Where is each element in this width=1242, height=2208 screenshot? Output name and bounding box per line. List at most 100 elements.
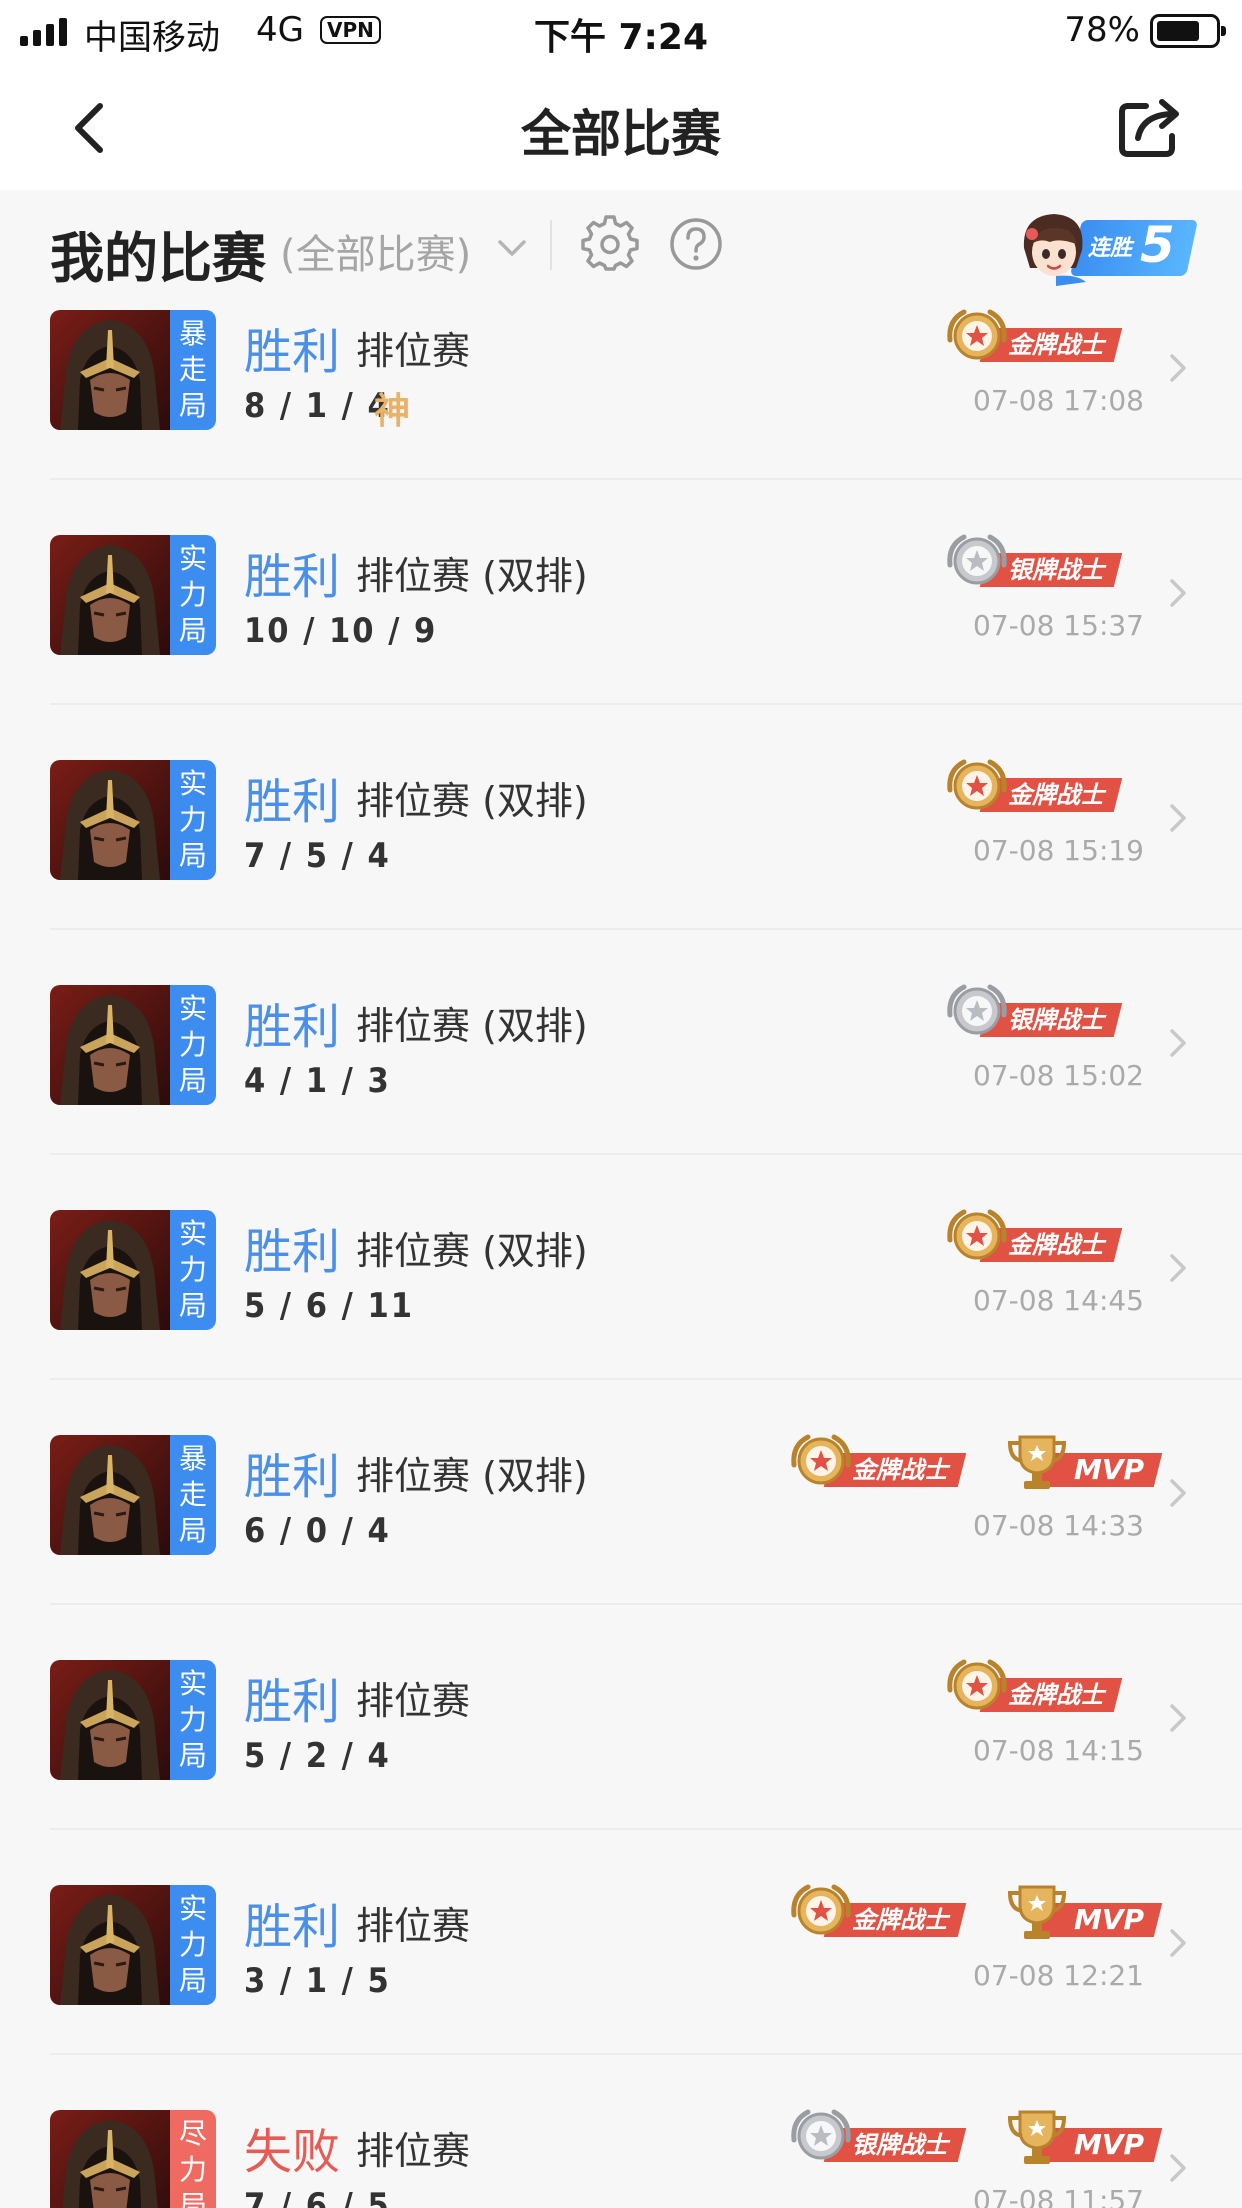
match-result: 胜利 xyxy=(244,1674,341,1730)
gold-warrior-badge: 金牌战士 xyxy=(788,1881,988,1943)
match-row[interactable]: 暴走局 胜利 排位赛 (双排) 6 / 0 / 4 金牌战士 MVP 07-08… xyxy=(0,1380,1242,1605)
match-row[interactable]: 实力局 胜利 排位赛 5 / 2 / 4 金牌战士 07-08 14:15 xyxy=(0,1605,1242,1830)
match-row[interactable]: 尽力局 失败 排位赛 7 / 6 / 5 银牌战士 MVP 07-08 11:5… xyxy=(0,2055,1242,2208)
hero-portrait-icon xyxy=(50,760,170,880)
share-button[interactable] xyxy=(1116,94,1186,160)
chevron-right-icon xyxy=(1170,1929,1186,1957)
match-type-char: 局 xyxy=(178,389,207,422)
badges: 金牌战士 xyxy=(944,756,1144,818)
match-type-tag: 实力局 xyxy=(170,985,216,1105)
match-type-tag: 实力局 xyxy=(170,1210,216,1330)
match-type-tag: 实力局 xyxy=(170,535,216,655)
chevron-right-icon xyxy=(1170,804,1186,832)
badge-label: MVP xyxy=(1074,2128,1145,2161)
match-type-char: 力 xyxy=(178,1928,207,1961)
streak-label: 连胜 xyxy=(1088,236,1133,261)
silver-medal-icon xyxy=(947,984,1007,1035)
badge-label: MVP xyxy=(1074,1903,1145,1936)
match-type-char: 实 xyxy=(178,992,207,1025)
game-mode: 排位赛 (双排) xyxy=(356,1229,588,1273)
match-row[interactable]: 暴走局 胜利 排位赛 8 / 1 / 4 神 金牌战士 07-08 17:08 xyxy=(0,300,1242,480)
hero-avatar xyxy=(50,985,170,1105)
streak-count: 5 xyxy=(1140,216,1175,274)
mvp-trophy-icon xyxy=(1007,2110,1067,2164)
chevron-left-icon xyxy=(75,103,103,153)
badges: 银牌战士 MVP xyxy=(788,2106,1163,2168)
hero-portrait-icon xyxy=(50,1660,170,1780)
hero-portrait-icon xyxy=(50,2110,170,2208)
match-type-char: 局 xyxy=(178,1064,207,1097)
match-row[interactable]: 实力局 胜利 排位赛 (双排) 10 / 10 / 9 银牌战士 07-08 1… xyxy=(0,480,1242,705)
match-type-tag: 暴走局 xyxy=(170,310,216,430)
mvp-badge: MVP xyxy=(1004,1881,1163,1943)
game-mode: 排位赛 (双排) xyxy=(356,779,588,823)
chevron-right-icon xyxy=(1170,579,1186,607)
mvp-trophy-icon xyxy=(1007,1885,1067,1939)
kda-score: 8 / 1 / 4 xyxy=(244,386,391,426)
badge-label: 金牌战士 xyxy=(1008,1231,1104,1259)
match-list: 暴走局 胜利 排位赛 8 / 1 / 4 神 金牌战士 07-08 17:08 … xyxy=(0,300,1242,2208)
game-mode: 排位赛 xyxy=(356,2129,471,2173)
badge-label: 金牌战士 xyxy=(1008,1681,1104,1709)
badge-label: 银牌战士 xyxy=(1008,556,1104,584)
badges: 金牌战士 xyxy=(944,1656,1144,1718)
hero-portrait-icon xyxy=(50,1435,170,1555)
gold-warrior-badge: 金牌战士 xyxy=(944,1656,1144,1718)
match-type-char: 实 xyxy=(178,767,207,800)
gear-icon[interactable] xyxy=(580,214,640,274)
kda-score: 6 / 0 / 4 xyxy=(244,1511,391,1551)
chevron-right-icon xyxy=(1170,1029,1186,1057)
match-row[interactable]: 实力局 胜利 排位赛 3 / 1 / 5 金牌战士 MVP 07-08 12:2… xyxy=(0,1830,1242,2055)
match-time: 07-08 14:15 xyxy=(973,1734,1144,1767)
match-result: 胜利 xyxy=(244,1449,341,1505)
match-row[interactable]: 实力局 胜利 排位赛 (双排) 5 / 6 / 11 金牌战士 07-08 14… xyxy=(0,1155,1242,1380)
chevron-right-icon xyxy=(1170,2154,1186,2182)
hero-avatar xyxy=(50,1885,170,2005)
match-time: 07-08 15:19 xyxy=(973,834,1144,867)
match-type-char: 局 xyxy=(178,1289,207,1322)
gold-medal-icon xyxy=(947,309,1007,360)
hero-portrait-icon xyxy=(50,985,170,1105)
help-icon[interactable] xyxy=(666,214,726,274)
chevron-right-icon xyxy=(1170,1254,1186,1282)
match-type-char: 暴 xyxy=(178,1442,207,1475)
match-row[interactable]: 实力局 胜利 排位赛 (双排) 4 / 1 / 3 银牌战士 07-08 15:… xyxy=(0,930,1242,1155)
hero-avatar xyxy=(50,1435,170,1555)
back-button[interactable] xyxy=(62,98,122,158)
match-type-tag: 实力局 xyxy=(170,760,216,880)
badges: 金牌战士 MVP xyxy=(788,1881,1163,1943)
badge-label: 金牌战士 xyxy=(852,1456,948,1484)
scope-dropdown[interactable]: (全部比赛) xyxy=(280,222,471,280)
kda-score: 5 / 2 / 4 xyxy=(244,1736,391,1776)
badges: 银牌战士 xyxy=(944,981,1144,1043)
match-time: 07-08 12:21 xyxy=(973,1959,1144,1992)
match-type-char: 实 xyxy=(178,1667,207,1700)
match-result: 失败 xyxy=(244,2124,341,2180)
badge-label: 银牌战士 xyxy=(852,2131,948,2159)
hero-portrait-icon xyxy=(50,535,170,655)
chevron-right-icon xyxy=(1170,1704,1186,1732)
match-type-char: 局 xyxy=(178,614,207,647)
gold-warrior-badge: 金牌战士 xyxy=(944,306,1144,368)
match-type-char: 局 xyxy=(178,1964,207,1997)
kda-score: 10 / 10 / 9 xyxy=(244,611,438,651)
game-mode: 排位赛 (双排) xyxy=(356,1454,588,1498)
match-time: 07-08 15:02 xyxy=(973,1059,1144,1092)
match-row[interactable]: 实力局 胜利 排位赛 (双排) 7 / 5 / 4 金牌战士 07-08 15:… xyxy=(0,705,1242,930)
chevron-down-icon[interactable] xyxy=(492,228,532,268)
match-time: 07-08 14:33 xyxy=(973,1509,1144,1542)
match-type-char: 局 xyxy=(178,2189,207,2208)
game-mode: 排位赛 xyxy=(356,329,471,373)
status-bar: 中国移动 4G VPN 下午 7:24 78% xyxy=(0,0,1242,62)
gold-warrior-badge: 金牌战士 xyxy=(788,1431,988,1493)
hero-avatar xyxy=(50,1210,170,1330)
win-streak-badge[interactable]: 连胜 5 xyxy=(1016,208,1198,286)
mvp-trophy-icon xyxy=(1007,1435,1067,1489)
match-result: 胜利 xyxy=(244,549,341,605)
battery-percent: 78% xyxy=(1064,10,1140,50)
gold-warrior-badge: 金牌战士 xyxy=(944,756,1144,818)
match-type-char: 实 xyxy=(178,542,207,575)
nav-bar: 全部比赛 xyxy=(0,62,1242,190)
gold-warrior-badge: 金牌战士 xyxy=(944,1206,1144,1268)
clock: 下午 7:24 xyxy=(533,17,709,58)
